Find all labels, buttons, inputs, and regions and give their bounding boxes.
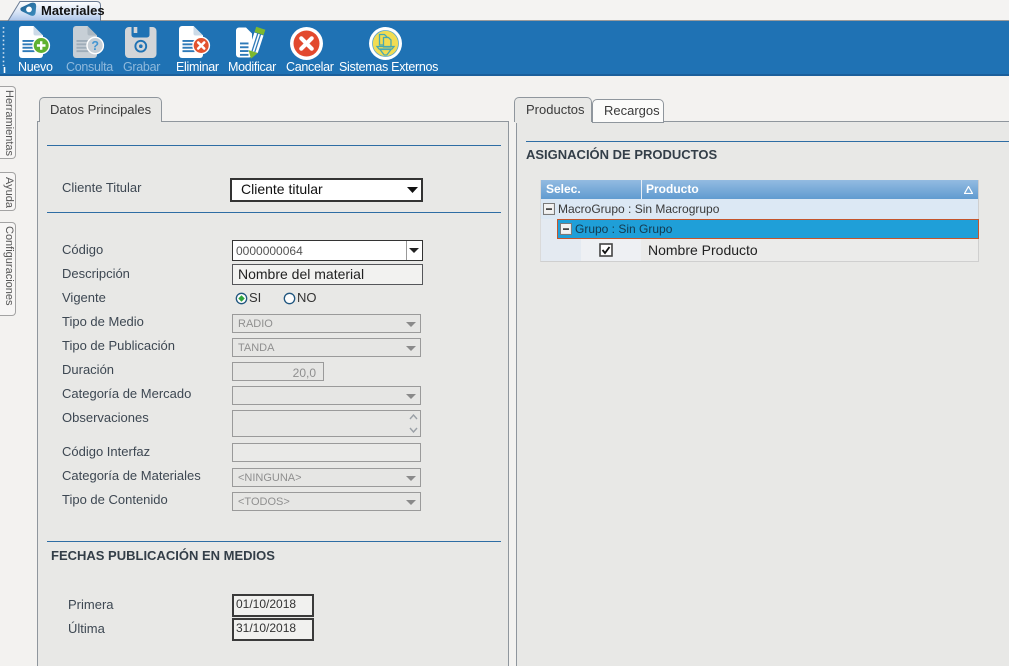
svg-text:?: ?: [91, 39, 99, 53]
